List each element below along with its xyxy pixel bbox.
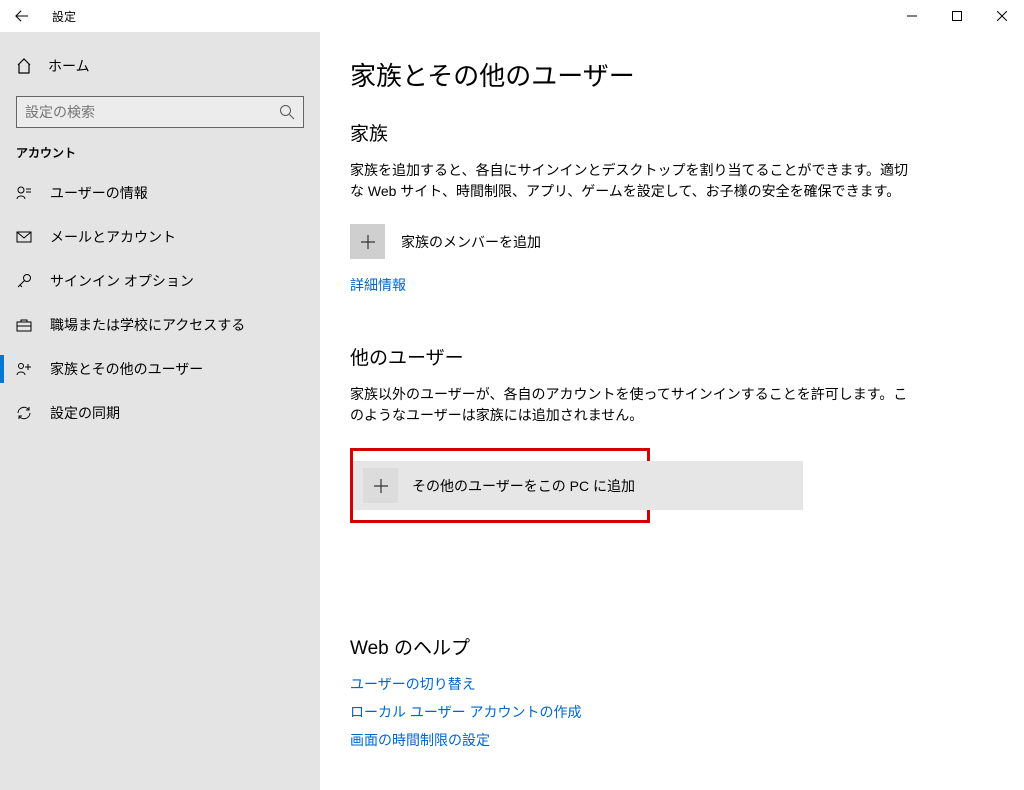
sync-icon — [16, 405, 32, 421]
search-box[interactable] — [16, 96, 304, 128]
other-users-heading: 他のユーザー — [350, 343, 984, 370]
sidebar-item-user-info[interactable]: ユーザーの情報 — [0, 171, 320, 215]
person-badge-icon — [16, 185, 32, 201]
plus-icon — [373, 478, 389, 494]
sidebar-item-label: 職場または学校にアクセスする — [50, 315, 245, 335]
help-link-screen-time[interactable]: 画面の時間制限の設定 — [350, 730, 984, 750]
sidebar-item-label: ユーザーの情報 — [50, 183, 148, 203]
sidebar-item-family-users[interactable]: 家族とその他のユーザー — [0, 347, 320, 391]
briefcase-icon — [16, 317, 32, 333]
sidebar-item-work-school[interactable]: 職場または学校にアクセスする — [0, 303, 320, 347]
help-link-create-local-account[interactable]: ローカル ユーザー アカウントの作成 — [350, 702, 984, 722]
home-nav[interactable]: ホーム — [0, 46, 320, 86]
minimize-icon — [907, 11, 917, 21]
sidebar-item-label: サインイン オプション — [50, 271, 194, 291]
help-link-switch-user[interactable]: ユーザーの切り替え — [350, 674, 984, 694]
sidebar-item-sync[interactable]: 設定の同期 — [0, 391, 320, 435]
people-plus-icon — [16, 361, 32, 377]
family-description: 家族を追加すると、各自にサインインとデスクトップを割り当てることができます。適切… — [350, 160, 910, 202]
page-title: 家族とその他のユーザー — [350, 56, 984, 93]
family-heading: 家族 — [350, 119, 984, 146]
family-more-info-link[interactable]: 詳細情報 — [350, 275, 984, 295]
back-button[interactable] — [0, 0, 44, 32]
close-icon — [997, 11, 1007, 21]
maximize-icon — [952, 11, 962, 21]
home-icon — [16, 58, 32, 74]
maximize-button[interactable] — [934, 0, 979, 32]
key-icon — [16, 273, 32, 289]
web-help-heading: Web のヘルプ — [350, 633, 984, 660]
other-users-description: 家族以外のユーザーが、各自のアカウントを使ってサインインすることを許可します。こ… — [350, 384, 910, 426]
add-family-label: 家族のメンバーを追加 — [401, 232, 541, 252]
search-icon — [279, 104, 295, 120]
add-other-user-button[interactable]: その他のユーザーをこの PC に追加 — [353, 461, 803, 510]
add-other-user-label: その他のユーザーをこの PC に追加 — [412, 476, 635, 496]
plus-icon — [360, 234, 376, 250]
window-title: 設定 — [52, 8, 76, 25]
arrow-left-icon — [15, 9, 29, 23]
sidebar-item-label: 家族とその他のユーザー — [50, 359, 203, 379]
close-button[interactable] — [979, 0, 1024, 32]
highlight-box: その他のユーザーをこの PC に追加 — [350, 448, 650, 523]
mail-icon — [16, 229, 32, 245]
sidebar-item-signin-options[interactable]: サインイン オプション — [0, 259, 320, 303]
sidebar-item-label: メールとアカウント — [50, 227, 176, 247]
home-label: ホーム — [48, 56, 90, 76]
sidebar: ホーム アカウント ユーザーの情報 メールとアカウント サインイン オプション … — [0, 32, 320, 790]
sidebar-item-label: 設定の同期 — [50, 403, 120, 423]
sidebar-section-header: アカウント — [0, 144, 320, 161]
search-input[interactable] — [25, 104, 279, 120]
main-content: 家族とその他のユーザー 家族 家族を追加すると、各自にサインインとデスクトップを… — [320, 32, 1024, 790]
add-family-member-button[interactable]: 家族のメンバーを追加 — [350, 224, 800, 259]
sidebar-item-email-accounts[interactable]: メールとアカウント — [0, 215, 320, 259]
minimize-button[interactable] — [889, 0, 934, 32]
